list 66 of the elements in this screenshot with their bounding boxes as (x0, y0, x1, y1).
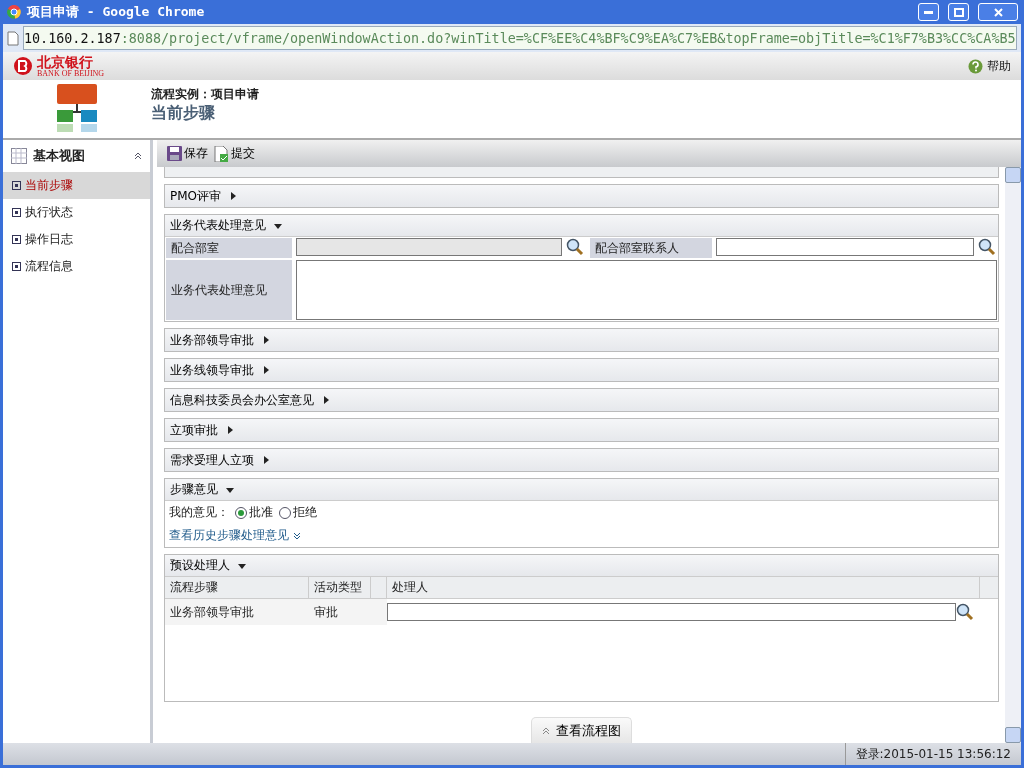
maximize-icon (953, 7, 964, 17)
section-header[interactable]: 步骤意见 (165, 479, 998, 501)
caret-right-icon (229, 192, 238, 200)
section-header[interactable]: 需求受理人立项 (165, 449, 998, 471)
field-label: 配合部室 (166, 238, 292, 258)
table-cell: 业务部领导审批 (165, 599, 309, 625)
sidebar-item[interactable]: 操作日志 (3, 226, 150, 253)
sidebar-item[interactable]: 执行状态 (3, 199, 150, 226)
window-title: 项目申请 - Google Chrome (27, 3, 206, 21)
search-icon[interactable] (956, 603, 974, 621)
section-header[interactable]: 信息科技委员会办公室意见 (165, 389, 998, 411)
section-header[interactable]: PMO评审 (165, 185, 998, 207)
caret-down-icon (226, 485, 234, 494)
close-button[interactable] (978, 3, 1018, 21)
field-label: 业务代表处理意见 (166, 260, 292, 320)
logo-subtitle: BANK OF BEIJING (37, 68, 105, 78)
radio-option[interactable]: 拒绝 (279, 504, 317, 521)
search-icon[interactable] (566, 238, 584, 256)
page-icon (7, 30, 19, 46)
column-header: 流程步骤 (165, 577, 309, 598)
column-header: 活动类型 (309, 577, 371, 598)
process-title: 流程实例：项目申请 (151, 86, 259, 103)
section-header[interactable]: 预设处理人 (165, 555, 998, 577)
minimize-button[interactable] (918, 3, 939, 21)
double-chevron-icon (542, 726, 550, 735)
toolbar-button[interactable]: 保存 (167, 145, 208, 162)
section-header[interactable]: 立项审批 (165, 419, 998, 441)
save-icon (167, 146, 182, 161)
close-icon (993, 7, 1003, 17)
grid-icon (11, 148, 27, 164)
toolbar-button[interactable]: 提交 (214, 145, 255, 162)
caret-down-icon (274, 221, 282, 230)
double-chevron-icon (293, 531, 301, 540)
login-time: 登录:2015-01-15 13:56:12 (844, 743, 1021, 765)
caret-right-icon (262, 456, 270, 464)
sidebar-title: 基本视图 (33, 147, 86, 165)
workflow-icon (55, 84, 99, 134)
step-title: 当前步骤 (151, 103, 216, 124)
minimize-icon (924, 10, 933, 14)
section-header[interactable]: 业务代表处理意见 (165, 215, 998, 237)
sidebar-item[interactable]: 流程信息 (3, 253, 150, 280)
field-label: 配合部室联系人 (590, 238, 712, 258)
caret-down-icon (238, 561, 246, 570)
caret-right-icon (322, 396, 330, 404)
column-header: 处理人 (387, 577, 980, 598)
document-check-icon (214, 145, 229, 162)
radio-option[interactable]: 批准 (235, 504, 273, 521)
caret-right-icon (262, 366, 270, 374)
search-icon[interactable] (978, 238, 996, 256)
view-flowchart-button[interactable]: 查看流程图 (531, 717, 632, 743)
section-header[interactable]: 业务部领导审批 (165, 329, 998, 351)
table-cell: 审批 (309, 599, 387, 625)
logo-text: 北京银行 (37, 54, 93, 69)
field-label: 我的意见： (169, 504, 229, 521)
caret-right-icon (226, 426, 234, 434)
address-bar[interactable]: 10.160.2.187:8088/project/vframe/openWindowAction.do?winTitle=%CF%EE%C4%BF%C9%EA%C7%EB&topFrame=objTitle=%C1%F7%B3%CC%CA%B5 (23, 26, 1017, 50)
caret-right-icon (262, 336, 270, 344)
help-link[interactable]: 帮助 (987, 57, 1011, 75)
help-icon[interactable] (968, 58, 983, 74)
maximize-button[interactable] (948, 3, 969, 21)
bank-logo-icon (13, 56, 33, 76)
section-header[interactable]: 业务线领导审批 (165, 359, 998, 381)
sidebar-item[interactable]: 当前步骤 (3, 172, 150, 199)
history-link[interactable]: 查看历史步骤处理意见 (169, 527, 301, 544)
collapse-icon[interactable] (134, 152, 142, 160)
browser-icon (7, 5, 21, 19)
